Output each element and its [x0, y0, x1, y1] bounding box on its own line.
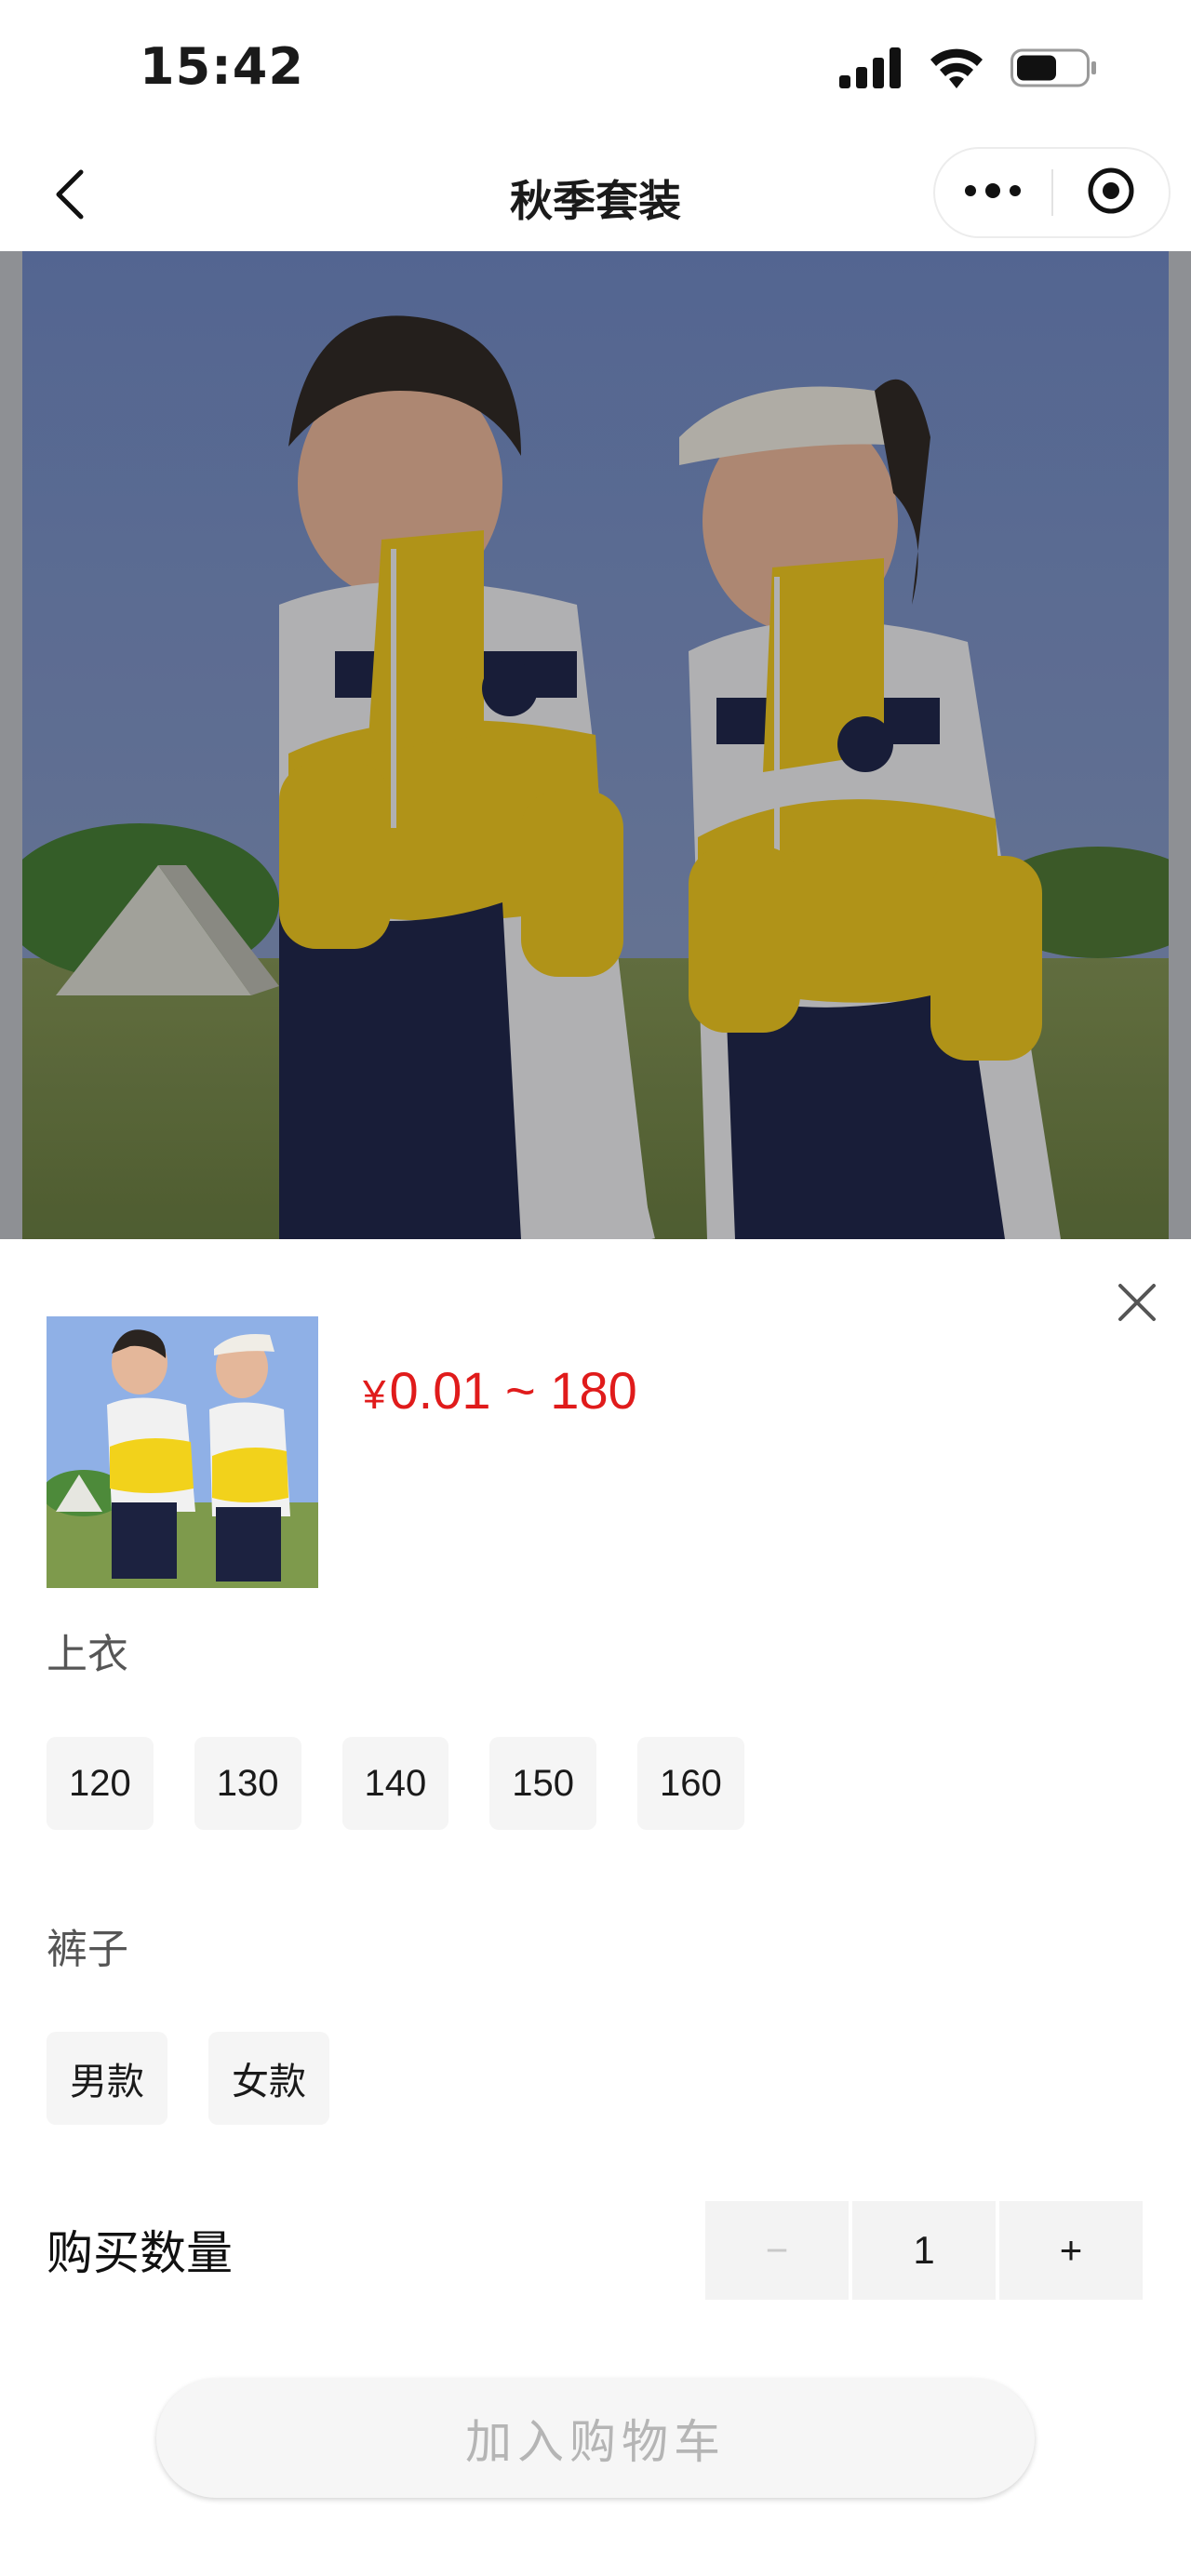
- decrease-button[interactable]: −: [705, 2201, 849, 2300]
- pants-style-options: 男款 女款: [47, 2032, 329, 2125]
- size-option-120[interactable]: 120: [47, 1737, 154, 1830]
- increase-button[interactable]: +: [999, 2201, 1143, 2300]
- size-option-150[interactable]: 150: [489, 1737, 596, 1830]
- product-thumbnail[interactable]: [47, 1316, 318, 1588]
- size-option-140[interactable]: 140: [341, 1737, 449, 1830]
- wifi-icon: [929, 47, 984, 92]
- product-hero-image: [0, 251, 1191, 1239]
- close-icon: [1117, 1282, 1158, 1327]
- top-size-options: 120 130 140 150 160: [47, 1737, 744, 1830]
- size-option-160[interactable]: 160: [637, 1737, 744, 1830]
- price-value: 0.01 ~ 180: [389, 1361, 637, 1420]
- close-button[interactable]: [1107, 1275, 1167, 1334]
- quantity-value[interactable]: 1: [852, 2201, 996, 2300]
- sku-selector-sheet: ¥0.01 ~ 180 上衣 120 130 140 150 160 裤子 男款…: [0, 1239, 1191, 2576]
- status-time: 15:42: [140, 37, 304, 96]
- more-dots-icon: [963, 181, 1023, 204]
- more-button[interactable]: [935, 149, 1051, 236]
- quantity-stepper: − 1 +: [705, 2201, 1143, 2300]
- battery-icon: [1010, 47, 1098, 92]
- signal-icon: [839, 47, 903, 92]
- quantity-label: 购买数量: [47, 2226, 233, 2280]
- status-bar: 15:42: [0, 0, 1191, 140]
- nav-bar: 秋季套装: [0, 140, 1191, 251]
- pants-option-male[interactable]: 男款: [47, 2032, 167, 2125]
- top-size-label: 上衣: [47, 1631, 128, 1678]
- size-option-130[interactable]: 130: [194, 1737, 301, 1830]
- pants-style-label: 裤子: [47, 1926, 128, 1973]
- price-range: ¥0.01 ~ 180: [363, 1360, 637, 1421]
- close-mini-program-button[interactable]: [1053, 149, 1170, 236]
- pants-option-female[interactable]: 女款: [208, 2032, 329, 2125]
- target-icon: [1087, 167, 1135, 219]
- mini-program-capsule: [933, 147, 1171, 238]
- status-icons: [839, 47, 1098, 92]
- add-to-cart-button[interactable]: 加入购物车: [156, 2379, 1035, 2498]
- price-symbol: ¥: [363, 1372, 386, 1418]
